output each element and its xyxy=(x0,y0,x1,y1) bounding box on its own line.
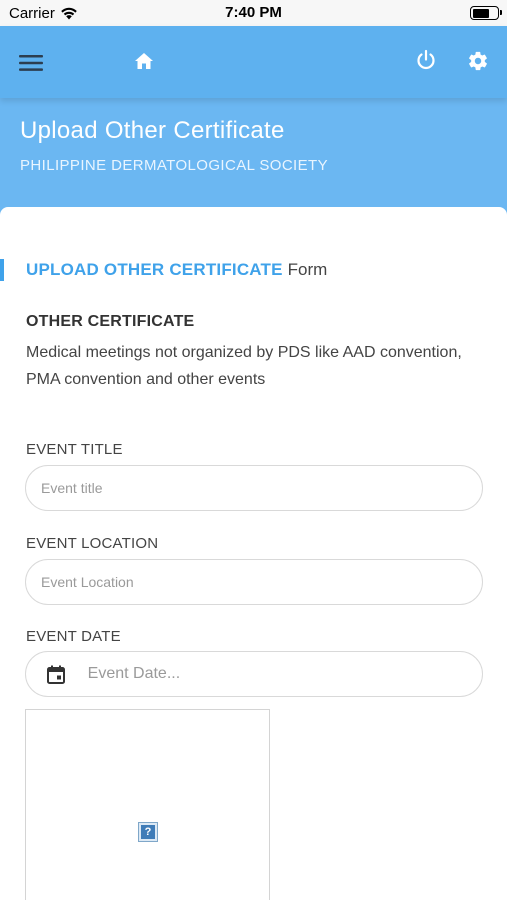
event-location-input[interactable] xyxy=(41,574,482,590)
form-card: UPLOAD OTHER CERTIFICATE Form OTHER CERT… xyxy=(0,207,507,900)
page-subtitle: PHILIPPINE DERMATOLOGICAL SOCIETY xyxy=(20,157,328,174)
certificate-image-preview[interactable]: ? xyxy=(25,709,270,900)
event-location-field[interactable] xyxy=(25,559,483,605)
event-date-input[interactable] xyxy=(87,665,482,683)
menu-icon[interactable] xyxy=(18,50,44,76)
form-heading-light: Form xyxy=(287,260,328,279)
broken-image-icon: ? xyxy=(138,822,158,842)
form-heading-strong: UPLOAD OTHER CERTIFICATE xyxy=(26,260,283,279)
event-date-field[interactable] xyxy=(25,651,483,697)
section-title: OTHER CERTIFICATE xyxy=(26,313,195,330)
event-title-field[interactable] xyxy=(25,465,483,511)
page-title: Upload Other Certificate xyxy=(20,117,285,144)
gear-icon[interactable] xyxy=(465,48,491,74)
calendar-icon[interactable] xyxy=(46,663,66,685)
event-title-input[interactable] xyxy=(41,480,482,496)
power-icon[interactable] xyxy=(413,47,439,73)
form-heading: UPLOAD OTHER CERTIFICATE Form xyxy=(0,259,327,281)
home-icon[interactable] xyxy=(131,48,157,74)
battery-icon xyxy=(470,6,502,20)
event-title-label: EVENT TITLE xyxy=(26,441,123,458)
broken-image-mark: ? xyxy=(141,825,155,839)
status-time: 7:40 PM xyxy=(225,4,282,21)
heading-accent-bar xyxy=(0,259,4,281)
status-bar: Carrier 7:40 PM xyxy=(0,0,507,26)
event-location-label: EVENT LOCATION xyxy=(26,535,159,552)
event-date-label: EVENT DATE xyxy=(26,628,121,645)
section-description: Medical meetings not organized by PDS li… xyxy=(26,344,462,388)
toolbar xyxy=(0,26,507,98)
